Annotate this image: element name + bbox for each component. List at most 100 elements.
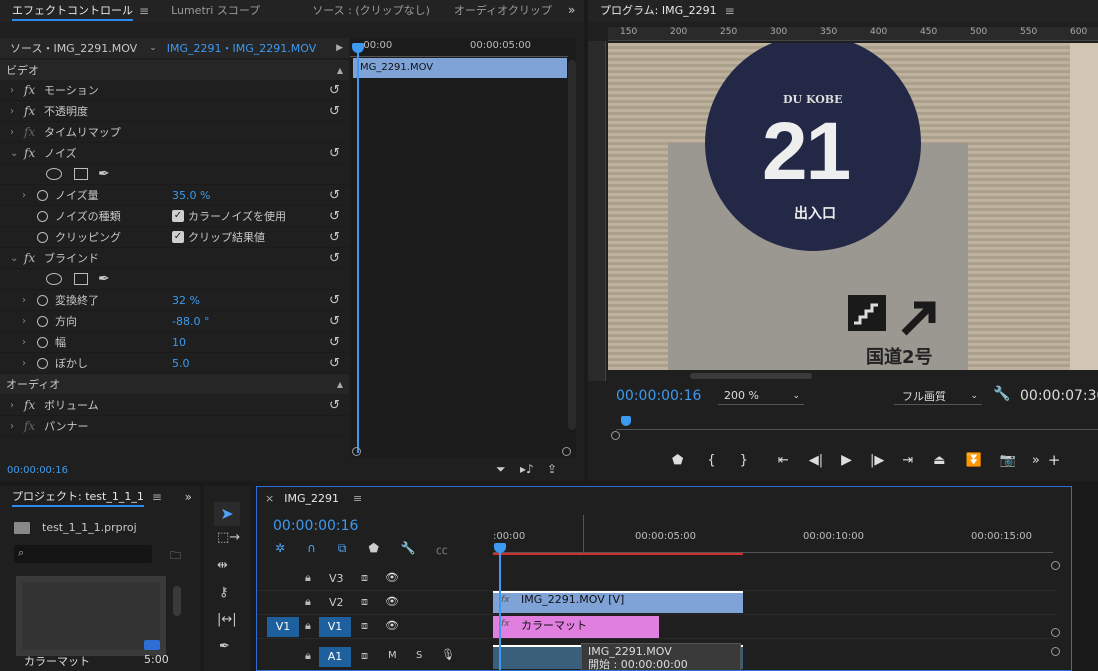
eye-icon[interactable]: 👁 (385, 595, 399, 608)
ec-playhead-handle[interactable] (352, 43, 364, 53)
track-label[interactable]: V2 (329, 596, 344, 609)
clip-v1-color-matte[interactable]: fx カラーマット (493, 616, 659, 638)
panel-menu-icon[interactable]: ≡ (139, 4, 149, 18)
rectangle-mask-icon[interactable] (74, 273, 88, 285)
camera-icon[interactable]: 📷 (1000, 453, 1016, 468)
chevron-right-icon[interactable]: › (10, 421, 22, 432)
effect-row-noise[interactable]: ⌄ fx ノイズ ↺ (0, 143, 349, 164)
ec-vertical-scrollbar[interactable] (568, 60, 576, 430)
feather-value[interactable]: 5.0 (172, 357, 190, 370)
effect-row-opacity[interactable]: › fx 不透明度 ↺ (0, 101, 349, 122)
panel-menu-icon[interactable]: ≡ (725, 4, 735, 18)
timeline-v-scroll-mid[interactable] (1051, 628, 1060, 637)
play-only-icon[interactable]: ▶ (336, 43, 343, 53)
ec-playhead[interactable] (357, 43, 359, 453)
reset-icon[interactable]: ↺ (329, 188, 340, 203)
tab-source[interactable]: ソース : (クリップなし) (300, 0, 442, 22)
direction-value[interactable]: -88.0 ° (172, 315, 209, 328)
reset-icon[interactable]: ↺ (329, 356, 340, 371)
pen-tool-icon[interactable]: ✒ (219, 639, 230, 654)
reset-icon[interactable]: ↺ (329, 146, 340, 161)
go-to-out-icon[interactable]: ⇥ (902, 453, 913, 468)
reset-icon[interactable]: ↺ (329, 83, 340, 98)
add-marker-icon[interactable]: ⬟ (672, 453, 683, 468)
add-button-icon[interactable]: + (1048, 451, 1061, 469)
fx-icon[interactable]: fx (24, 251, 42, 265)
sequence-clip-label[interactable]: IMG_2291・IMG_2291.MOV (167, 40, 316, 56)
zoom-select[interactable]: 200 % ⌄ (718, 387, 804, 405)
play-icon[interactable]: ▶ (841, 452, 852, 468)
transition-value[interactable]: 32 % (172, 294, 200, 307)
add-marker-icon[interactable]: ⬟ (368, 541, 378, 558)
project-search-input[interactable]: ⌕ (14, 545, 152, 563)
tab-lumetri-scopes[interactable]: Lumetri スコープ (159, 0, 272, 22)
effect-row-time-remap[interactable]: › fx タイムリマップ (0, 122, 349, 143)
project-item-thumbnail[interactable] (16, 576, 166, 656)
ec-scroll-left-handle[interactable] (352, 447, 361, 456)
param-row-direction[interactable]: › 方向 -88.0 ° ↺ (0, 311, 349, 332)
fx-icon[interactable]: fx (24, 398, 42, 412)
reset-icon[interactable]: ↺ (329, 104, 340, 119)
program-scrub-bar[interactable] (616, 418, 1098, 430)
ellipse-mask-icon[interactable] (46, 273, 62, 285)
ellipse-mask-icon[interactable] (46, 168, 62, 180)
collapse-icon[interactable]: ▲ (337, 380, 343, 389)
param-row-transition[interactable]: › 変換終了 32 % ↺ (0, 290, 349, 311)
effect-row-panner[interactable]: › fx パンナー (0, 416, 349, 437)
sequence-tab[interactable]: IMG_2291 (284, 492, 339, 505)
eye-icon[interactable]: 👁 (385, 619, 399, 632)
export-icon[interactable]: ⇪ (547, 462, 557, 476)
stopwatch-icon[interactable] (37, 294, 48, 306)
tab-project[interactable]: プロジェクト: test_1_1_1 (0, 486, 156, 508)
pen-mask-icon[interactable]: ✒ (98, 271, 110, 287)
program-h-scrollbar[interactable] (690, 373, 812, 379)
fx-icon[interactable]: fx (24, 104, 42, 118)
eye-icon[interactable]: 👁 (385, 571, 399, 584)
captions-icon[interactable]: ㏄ (436, 541, 448, 558)
lock-icon[interactable]: 🔒︎ (305, 571, 311, 585)
effect-row-volume[interactable]: › fx ボリューム ↺ (0, 395, 349, 416)
fx-icon[interactable]: fx (24, 146, 42, 160)
collapse-icon[interactable]: ▲ (337, 66, 343, 75)
checkbox-color-noise[interactable]: ✓ (172, 210, 184, 222)
nest-icon[interactable]: ✲ (275, 541, 285, 558)
checkbox-clip-result[interactable]: ✓ (172, 231, 184, 243)
ripple-edit-icon[interactable]: ⇹ (217, 558, 228, 573)
pen-mask-icon[interactable]: ✒ (98, 166, 110, 182)
chevron-right-icon[interactable]: › (10, 127, 22, 138)
tab-audio-clip[interactable]: オーディオクリップ (442, 0, 564, 22)
lock-icon[interactable]: 🔒︎ (305, 595, 311, 609)
chevron-right-icon[interactable]: › (22, 295, 34, 306)
razor-icon[interactable]: ⚷ (219, 585, 229, 600)
param-row-noise-amount[interactable]: › ノイズ量 35.0 % ↺ (0, 185, 349, 206)
slip-icon[interactable]: |↔| (217, 612, 237, 627)
stopwatch-icon[interactable] (37, 189, 48, 201)
stopwatch-icon[interactable] (37, 210, 48, 222)
ec-scroll-right-handle[interactable] (562, 447, 571, 456)
step-back-icon[interactable]: ◀| (809, 453, 823, 468)
panel-overflow-icon[interactable]: » (568, 3, 575, 17)
quality-select[interactable]: フル画質 ⌄ (894, 387, 982, 405)
reset-icon[interactable]: ↺ (329, 209, 340, 224)
param-row-clipping[interactable]: クリッピング ✓ クリップ結果値 ↺ (0, 227, 349, 248)
wrench-icon[interactable]: 🔧 (401, 541, 416, 558)
chevron-right-icon[interactable]: › (22, 190, 34, 201)
play-audio-icon[interactable]: ▸♪ (520, 462, 534, 476)
clip-v2-video[interactable]: fx IMG_2291.MOV [V] (493, 591, 743, 613)
wrench-icon[interactable]: 🔧 (993, 386, 1010, 402)
param-row-feather[interactable]: › ぼかし 5.0 ↺ (0, 353, 349, 374)
source-patch-v1[interactable]: V1 (267, 617, 299, 637)
sync-lock-icon[interactable]: ⧈ (361, 619, 368, 633)
stopwatch-icon[interactable] (37, 315, 48, 327)
new-bin-icon[interactable]: 🗀 (170, 547, 181, 566)
rectangle-mask-icon[interactable] (74, 168, 88, 180)
param-row-width[interactable]: › 幅 10 ↺ (0, 332, 349, 353)
effect-row-motion[interactable]: › fx モーション ↺ (0, 80, 349, 101)
timeline-timecode[interactable]: 00:00:00:16 (273, 518, 358, 534)
chevron-right-icon[interactable]: › (22, 316, 34, 327)
panel-overflow-icon[interactable]: » (185, 490, 192, 504)
stopwatch-icon[interactable] (37, 231, 48, 243)
fx-icon[interactable]: fx (24, 83, 42, 97)
microphone-icon[interactable]: 🎙 (441, 648, 455, 661)
mark-in-icon[interactable]: { (707, 453, 715, 468)
